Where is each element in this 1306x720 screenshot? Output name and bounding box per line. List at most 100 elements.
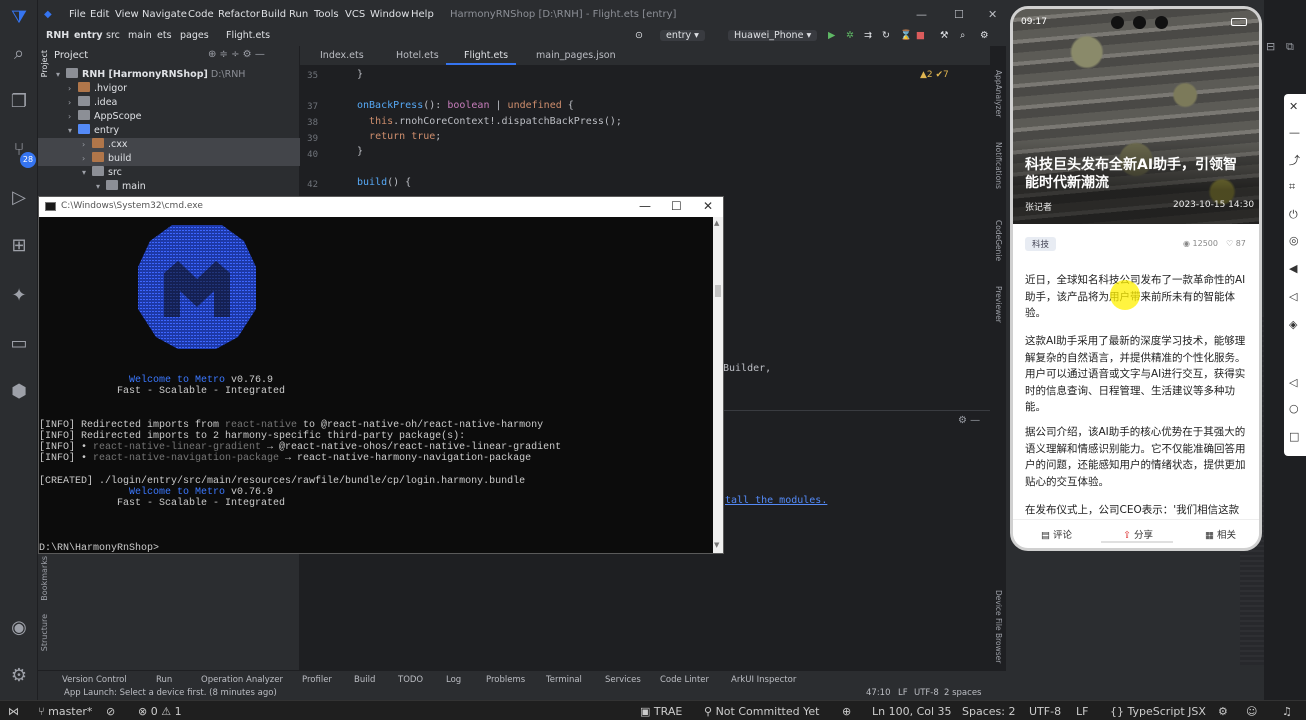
minimize-emulator-icon[interactable]: — bbox=[1289, 126, 1300, 139]
menu-help[interactable]: Help bbox=[411, 9, 434, 20]
run-debug-icon[interactable]: ▷ bbox=[7, 186, 31, 210]
vtab-project[interactable]: Project bbox=[40, 50, 50, 77]
menu-run[interactable]: Run bbox=[289, 9, 308, 20]
home-icon[interactable]: ○ bbox=[1289, 402, 1299, 415]
tool-run[interactable]: Run bbox=[156, 675, 172, 685]
tool-build[interactable]: Build bbox=[354, 675, 375, 685]
minimize-button[interactable]: — bbox=[916, 8, 927, 21]
file-encoding[interactable]: UTF-8 bbox=[914, 688, 939, 698]
reload-icon[interactable]: ↻ bbox=[882, 30, 890, 41]
volume-down-icon[interactable]: ◁ bbox=[1289, 290, 1297, 303]
menu-edit[interactable]: Edit bbox=[90, 9, 109, 20]
tool-terminal[interactable]: Terminal bbox=[546, 675, 582, 685]
close-emulator-icon[interactable]: ✕ bbox=[1289, 100, 1298, 113]
volume-up-icon[interactable]: ◀ bbox=[1289, 262, 1297, 275]
remote-icon[interactable]: ▭ bbox=[7, 332, 31, 356]
menu-navigate[interactable]: Navigate bbox=[142, 9, 187, 20]
menu-window[interactable]: Window bbox=[370, 9, 409, 20]
gear-icon[interactable]: ⚙ bbox=[1218, 705, 1228, 718]
category-tag[interactable]: 科技 bbox=[1025, 237, 1057, 251]
settings-icon[interactable]: ⚙ bbox=[980, 30, 989, 41]
tab-index[interactable]: Index.ets bbox=[320, 50, 364, 61]
menu-vcs[interactable]: VCS bbox=[345, 9, 365, 20]
device-select[interactable]: Huawei_Phone ▾ bbox=[728, 30, 818, 41]
tree-item-appscope[interactable]: › AppScope bbox=[68, 110, 142, 124]
tab-flight[interactable]: Flight.ets bbox=[464, 50, 508, 61]
tool-problems[interactable]: Problems bbox=[486, 675, 525, 685]
location-icon[interactable]: ◎ bbox=[1289, 234, 1299, 247]
tool-todo[interactable]: TODO bbox=[398, 675, 423, 685]
tool-services[interactable]: Services bbox=[605, 675, 641, 685]
vtab-codegenie[interactable]: CodeGenie bbox=[994, 220, 1003, 261]
menu-code[interactable]: Code bbox=[188, 9, 214, 20]
maximize-button[interactable]: ☐ bbox=[954, 8, 964, 21]
cmd-window[interactable]: C:\Windows\System32\cmd.exe — ☐ ✕ Welcom… bbox=[38, 196, 724, 554]
screenshot-icon[interactable]: ◈ bbox=[1289, 318, 1297, 331]
account-icon[interactable]: ◉ bbox=[7, 616, 31, 640]
commit-status[interactable]: ⚲ Not Committed Yet bbox=[704, 705, 819, 718]
language-status[interactable]: {} TypeScript JSX bbox=[1110, 705, 1206, 718]
tab-share[interactable]: ⇪ 分享 bbox=[1123, 527, 1153, 541]
tool-profiler[interactable]: Profiler bbox=[302, 675, 332, 685]
tree-item-src[interactable]: ▾ src bbox=[82, 166, 122, 180]
close-button[interactable]: ✕ bbox=[988, 8, 997, 21]
indent-status[interactable]: Spaces: 2 bbox=[962, 705, 1015, 718]
tab-main-pages[interactable]: main_pages.json bbox=[536, 50, 616, 61]
menu-file[interactable]: File bbox=[69, 9, 86, 20]
breadcrumb-ets[interactable]: ets bbox=[157, 30, 172, 41]
trae-status[interactable]: ▣ TRAE bbox=[640, 705, 682, 718]
vtab-bookmarks[interactable]: Bookmarks bbox=[40, 556, 49, 601]
panel-toggle-icon[interactable]: ⊟ bbox=[1266, 40, 1275, 53]
menu-view[interactable]: View bbox=[115, 9, 139, 20]
run-panel-options-icon[interactable]: ⚙ — bbox=[958, 415, 980, 426]
phone-preview[interactable]: 09:17 科技巨头发布全新AI助手，引领智能时代新潮流 张记者 2023-10… bbox=[1010, 6, 1262, 551]
inspection-widget[interactable]: ▲2 ✔7 bbox=[920, 70, 949, 80]
run-config-select[interactable]: entry ▾ bbox=[660, 30, 705, 41]
encoding-status[interactable]: UTF-8 bbox=[1029, 705, 1061, 718]
tree-item-root[interactable]: ▾ RNH [HarmonyRNShop] D:\RNH bbox=[56, 68, 245, 82]
line-separator[interactable]: LF bbox=[898, 688, 908, 698]
tool-version-control[interactable]: Version Control bbox=[62, 675, 127, 685]
vtab-previewer[interactable]: Previewer bbox=[994, 286, 1003, 323]
debug-icon[interactable]: ✲ bbox=[846, 30, 854, 41]
breadcrumb-src[interactable]: src bbox=[106, 30, 120, 41]
breadcrumb-main[interactable]: main bbox=[128, 30, 152, 41]
cursor-position[interactable]: Ln 100, Col 35 bbox=[872, 705, 952, 718]
cmd-scroll-thumb[interactable] bbox=[715, 285, 721, 297]
tree-item-idea[interactable]: › .idea bbox=[68, 96, 117, 110]
branch-status[interactable]: ⑂ master* bbox=[38, 705, 92, 718]
tab-related[interactable]: ▦ 相关 bbox=[1205, 527, 1236, 541]
rotate-icon[interactable]: ⤴ bbox=[1289, 152, 1300, 168]
tab-comments[interactable]: ▤ 评论 bbox=[1041, 527, 1072, 541]
project-panel-tools-icon[interactable]: ⊕ ≑ ÷ ⚙ — bbox=[208, 49, 265, 60]
cmd-scrollbar[interactable]: ▲ ▼ bbox=[713, 217, 723, 553]
attach-icon[interactable]: ⇉ bbox=[864, 30, 872, 41]
search-icon[interactable]: ⌕ bbox=[7, 42, 31, 66]
cmd-maximize-button[interactable]: ☐ bbox=[671, 199, 682, 213]
vtab-device-file-browser[interactable]: Device File Browser bbox=[994, 590, 1003, 663]
cmd-minimize-button[interactable]: — bbox=[639, 199, 651, 213]
menu-refactor[interactable]: Refactor bbox=[218, 9, 260, 20]
tree-item-hvigor[interactable]: › .hvigor bbox=[68, 82, 127, 96]
back-icon[interactable]: ◁ bbox=[1289, 376, 1297, 389]
tool-operation-analyzer[interactable]: Operation Analyzer bbox=[201, 675, 283, 685]
tool-code-linter[interactable]: Code Linter bbox=[660, 675, 709, 685]
tree-item-cxx[interactable]: › .cxx bbox=[38, 138, 300, 152]
tree-item-build[interactable]: › build bbox=[38, 152, 300, 166]
vtab-appanalyzer[interactable]: AppAnalyzer bbox=[994, 70, 1003, 117]
settings-gear-icon[interactable]: ⚙ bbox=[7, 664, 31, 688]
zoom-icon[interactable]: ⊕ bbox=[842, 705, 851, 718]
extensions-icon[interactable]: ⊞ bbox=[7, 234, 31, 258]
scroll-up-icon[interactable]: ▲ bbox=[714, 219, 719, 227]
run-icon[interactable]: ▶ bbox=[828, 30, 835, 41]
build-icon[interactable]: ⚒ bbox=[940, 30, 949, 41]
project-panel-title[interactable]: Project bbox=[54, 50, 88, 61]
tab-hotel[interactable]: Hotel.ets bbox=[396, 50, 439, 61]
status-message[interactable]: App Launch: Select a device first. (8 mi… bbox=[64, 688, 277, 698]
tool-log[interactable]: Log bbox=[446, 675, 461, 685]
problems-status[interactable]: ⊗ 0 ⚠ 1 bbox=[138, 705, 182, 718]
indent-setting[interactable]: 2 spaces bbox=[944, 688, 981, 698]
tree-item-main[interactable]: ▾ main bbox=[96, 180, 146, 194]
install-modules-link[interactable]: tall the modules. bbox=[725, 495, 827, 506]
cmd-title-bar[interactable]: C:\Windows\System32\cmd.exe — ☐ ✕ bbox=[39, 197, 723, 217]
